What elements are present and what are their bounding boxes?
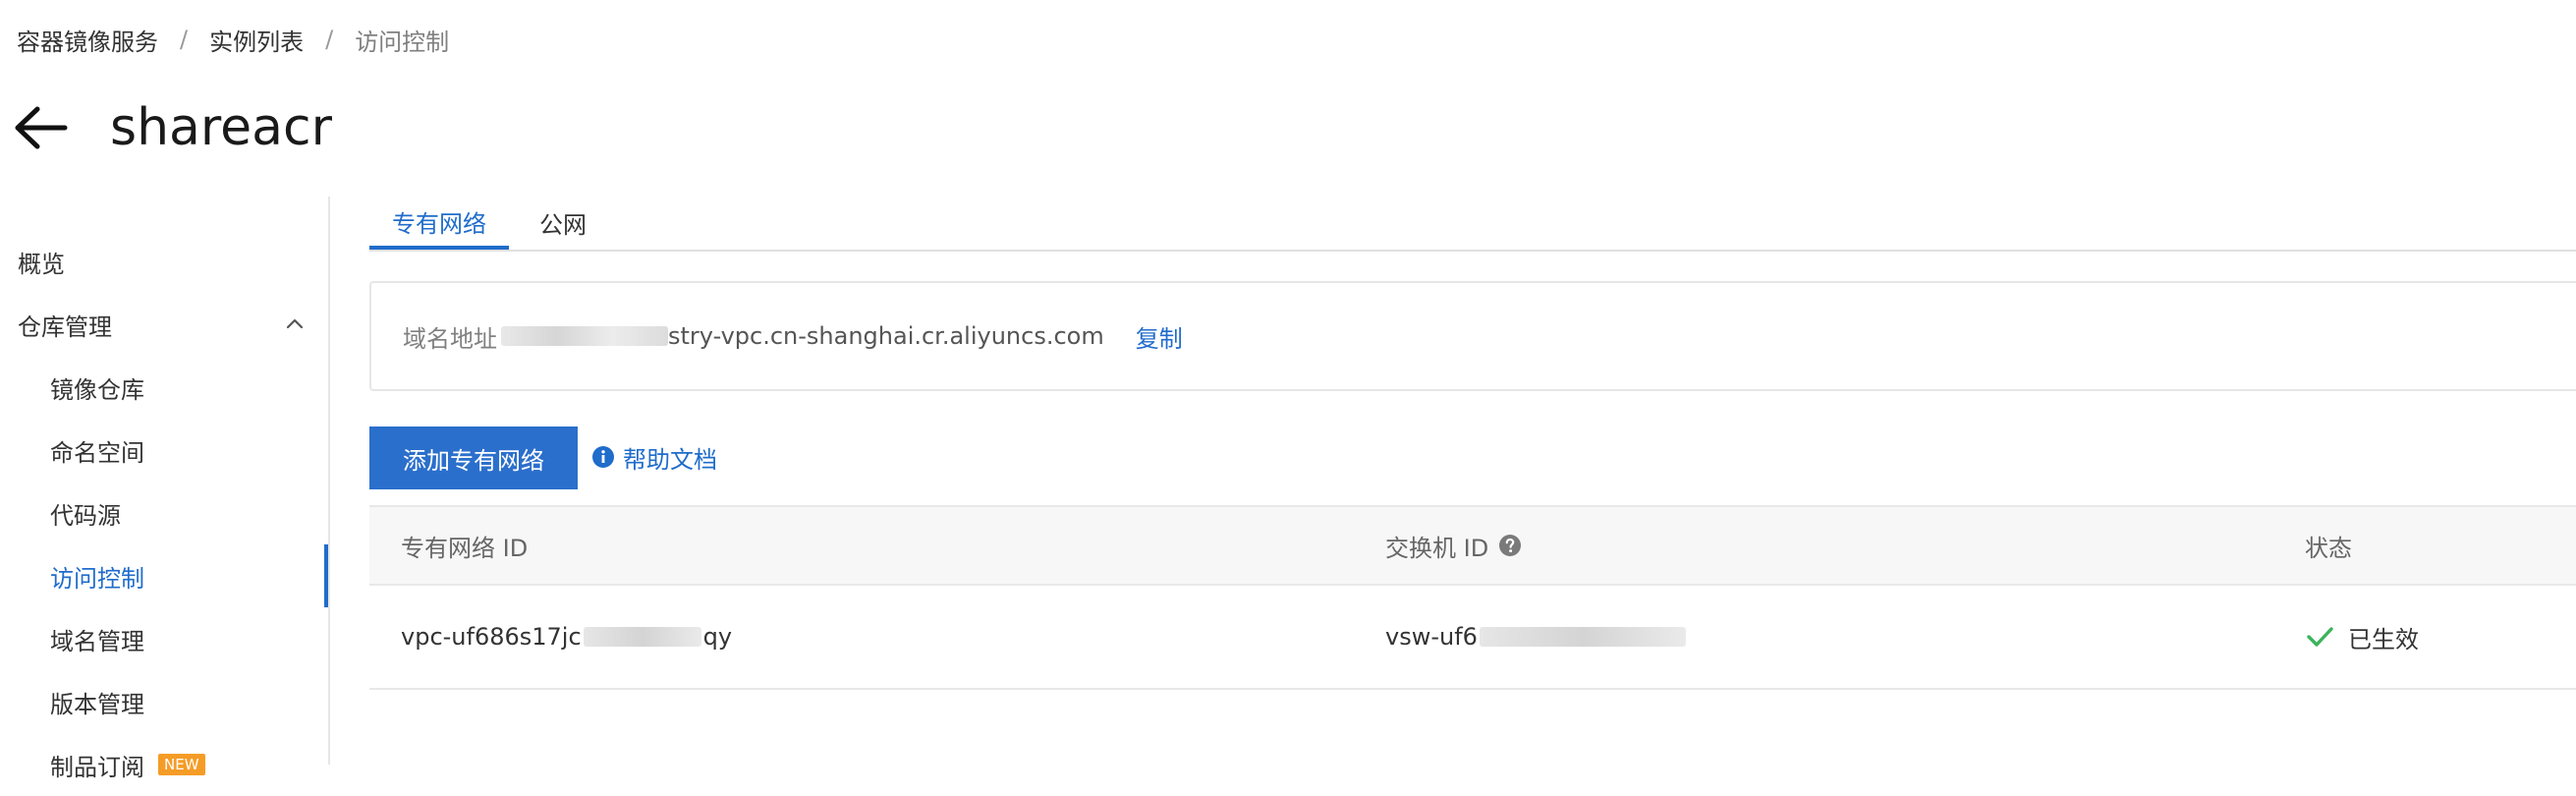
- cell-status: 已生效: [2305, 586, 2419, 688]
- breadcrumb-separator: /: [325, 26, 334, 53]
- sidebar-item-artifact-subscription[interactable]: 制品订阅 NEW: [0, 733, 328, 796]
- check-icon: [2307, 627, 2333, 647]
- domain-value: stry-vpc.cn-shanghai.cr.aliyuncs.com: [668, 322, 1104, 350]
- breadcrumb-access-control: 访问控制: [355, 28, 450, 56]
- sidebar-item-label: 制品订阅: [50, 753, 144, 781]
- tab-vpc[interactable]: 专有网络: [369, 197, 509, 250]
- network-tabs: 专有网络 公网: [369, 197, 2576, 252]
- help-doc-link[interactable]: 帮助文档: [591, 440, 717, 474]
- status-text: 已生效: [2348, 625, 2419, 654]
- domain-address-panel: 域名地址 stry-vpc.cn-shanghai.cr.aliyuncs.co…: [369, 281, 2576, 391]
- breadcrumb-separator: /: [180, 26, 189, 53]
- back-arrow-icon[interactable]: [14, 105, 69, 150]
- tab-public[interactable]: 公网: [509, 197, 617, 248]
- page-title: shareacr: [110, 98, 332, 157]
- redacted-text: [1479, 627, 1686, 647]
- add-vpc-button[interactable]: 添加专有网络: [369, 426, 578, 489]
- sidebar-item-label: 域名管理: [50, 627, 144, 655]
- sidebar-item-label: 镜像仓库: [50, 375, 144, 404]
- help-doc-label: 帮助文档: [623, 445, 717, 474]
- domain-label: 域名地址: [403, 324, 497, 353]
- info-icon: [592, 446, 614, 468]
- sidebar-item-label: 命名空间: [50, 438, 144, 467]
- sidebar-item-label: 概览: [18, 250, 65, 278]
- copy-link[interactable]: 复制: [1136, 319, 1183, 354]
- table-header: 专有网络 ID 交换机 ID 状态: [369, 505, 2576, 586]
- chevron-up-icon: [286, 318, 304, 329]
- title-row: shareacr: [14, 90, 332, 165]
- sidebar-item-access-control[interactable]: 访问控制: [0, 544, 328, 607]
- redacted-text: [583, 627, 701, 647]
- sidebar-item-label: 代码源: [50, 501, 121, 530]
- sidebar-group-repo-management[interactable]: 仓库管理: [0, 293, 328, 356]
- new-badge: NEW: [158, 754, 205, 775]
- table-row: vpc-uf686s17jc qy vsw-uf6 已生效: [369, 586, 2576, 690]
- sidebar-item-code-source[interactable]: 代码源: [0, 482, 328, 544]
- column-header-label: 专有网络 ID: [401, 534, 529, 562]
- question-icon[interactable]: [1498, 534, 1522, 557]
- sidebar-item-domain-management[interactable]: 域名管理: [0, 607, 328, 670]
- breadcrumb-container-registry[interactable]: 容器镜像服务: [17, 23, 158, 57]
- vpc-id-suffix: qy: [702, 623, 733, 651]
- redacted-text: [501, 326, 668, 346]
- vpc-table: 专有网络 ID 交换机 ID 状态 vpc-uf686s17jc qy vsw-…: [369, 505, 2576, 690]
- cell-vswitch-id: vsw-uf6: [1385, 586, 1688, 688]
- sidebar-item-label: 版本管理: [50, 690, 144, 718]
- sidebar: 概览 仓库管理 镜像仓库 命名空间 代码源 访问控制 域名管理 版本管理 制品订…: [0, 197, 330, 781]
- column-header-label: 状态: [2305, 534, 2352, 562]
- column-header-vpc-id: 专有网络 ID: [401, 507, 528, 584]
- sidebar-item-overview[interactable]: 概览: [0, 230, 328, 293]
- sidebar-item-label: 仓库管理: [18, 313, 112, 341]
- sidebar-item-namespace[interactable]: 命名空间: [0, 419, 328, 482]
- vpc-id-text: vpc-uf686s17jc: [401, 623, 582, 651]
- cell-vpc-id: vpc-uf686s17jc qy: [401, 586, 732, 688]
- sidebar-item-version-management[interactable]: 版本管理: [0, 670, 328, 733]
- vswitch-id-text: vsw-uf6: [1385, 623, 1478, 651]
- sidebar-item-label: 访问控制: [50, 564, 144, 593]
- sidebar-item-image-repo[interactable]: 镜像仓库: [0, 356, 328, 419]
- column-header-label: 交换机 ID: [1385, 534, 1489, 562]
- column-header-status: 状态: [2305, 507, 2352, 584]
- column-header-vswitch-id: 交换机 ID: [1385, 507, 1522, 584]
- breadcrumb-instance-list[interactable]: 实例列表: [209, 23, 304, 57]
- breadcrumb: 容器镜像服务 / 实例列表 / 访问控制: [17, 22, 449, 57]
